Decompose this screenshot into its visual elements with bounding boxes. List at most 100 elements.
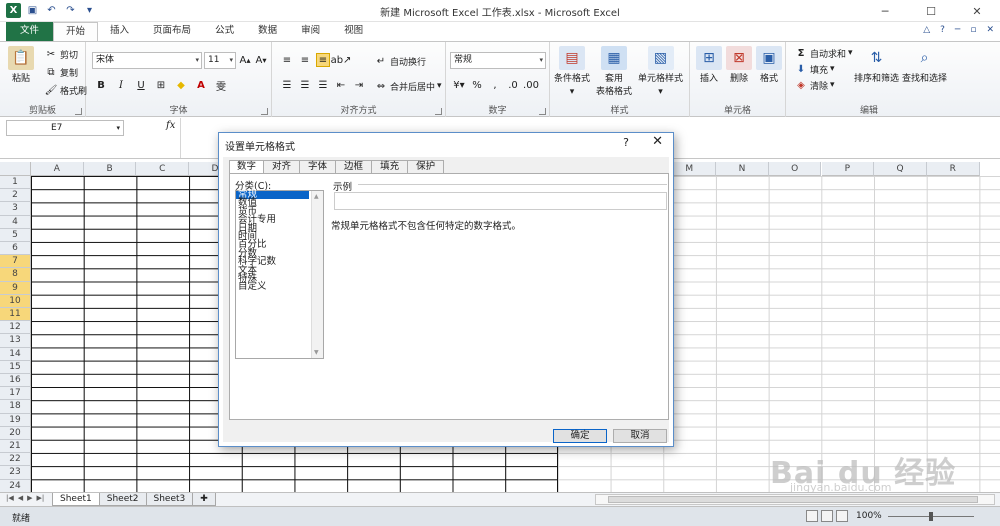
border-icon[interactable]: ⊞ — [154, 78, 168, 92]
row-header[interactable]: 11 — [0, 308, 31, 322]
align-bottom-icon[interactable]: ≡ — [316, 53, 330, 67]
category-list[interactable]: 常规 数值 货币 会计专用 日期 时间 百分比 分数 科学记数 文本 特殊 自定… — [235, 190, 324, 359]
row-header[interactable]: 24 — [0, 479, 31, 493]
zoom-knob[interactable] — [929, 512, 933, 521]
sheet-tab-1[interactable]: Sheet1 — [52, 493, 100, 506]
tab-alignment[interactable]: 对齐 — [263, 160, 301, 173]
row-header[interactable]: 15 — [0, 360, 31, 374]
row-header[interactable]: 14 — [0, 347, 31, 361]
italic-icon[interactable]: I — [114, 78, 128, 92]
tab-view[interactable]: 视图 — [332, 22, 375, 41]
align-left-icon[interactable]: ☰ — [280, 78, 294, 92]
row-header[interactable]: 16 — [0, 374, 31, 388]
last-sheet-icon[interactable]: ▶| — [37, 494, 45, 502]
page-layout-view-icon[interactable] — [821, 510, 833, 522]
row-header[interactable]: 20 — [0, 426, 31, 440]
copy-button[interactable]: ⧉ 复制 — [44, 65, 78, 79]
tab-data[interactable]: 数据 — [246, 22, 289, 41]
select-all-corner[interactable] — [0, 162, 31, 176]
insert-sheet-icon[interactable]: ✚ — [192, 493, 216, 506]
prev-sheet-icon[interactable]: ◀ — [18, 494, 23, 502]
cut-button[interactable]: ✂ 剪切 — [44, 47, 78, 61]
scroll-down-icon[interactable]: ▼ — [314, 349, 319, 356]
column-header[interactable]: R — [926, 162, 980, 176]
decrease-indent-icon[interactable]: ⇤ — [334, 78, 348, 92]
row-header[interactable]: 1 — [0, 176, 31, 190]
number-launcher-icon[interactable] — [539, 108, 546, 115]
underline-icon[interactable]: U — [134, 78, 148, 92]
row-header[interactable]: 2 — [0, 189, 31, 203]
first-sheet-icon[interactable]: |◀ — [6, 494, 14, 502]
cancel-button[interactable]: 取消 — [613, 429, 667, 443]
orientation-icon[interactable]: ab↗ — [331, 53, 352, 67]
category-scrollbar[interactable]: ▲ ▼ — [311, 191, 323, 358]
font-grow-shrink[interactable]: A ▴ A ▾ — [238, 53, 268, 67]
phonetic-icon[interactable]: 雯 — [214, 78, 228, 93]
conditional-format-button[interactable]: ▤ 条件格式 ▾ — [554, 46, 590, 98]
list-item[interactable]: 自定义 — [236, 282, 309, 292]
font-color-icon[interactable]: A — [194, 78, 208, 92]
scroll-up-icon[interactable]: ▲ — [314, 193, 319, 200]
column-header[interactable]: P — [821, 162, 875, 176]
decrease-decimal-icon[interactable]: .00 — [523, 78, 539, 92]
name-box[interactable]: E7 ▾ — [6, 120, 124, 136]
shrink-font-icon[interactable]: A ▾ — [254, 53, 268, 67]
sheet-tab-3[interactable]: Sheet3 — [145, 493, 194, 506]
tab-insert[interactable]: 插入 — [98, 22, 141, 41]
window-restore-icon[interactable]: ▫ — [970, 25, 976, 35]
column-header[interactable]: N — [716, 162, 769, 176]
row-header[interactable]: 21 — [0, 440, 31, 454]
sort-filter-button[interactable]: ⇅ 排序和筛选 — [854, 46, 899, 85]
percent-icon[interactable]: % — [470, 78, 484, 92]
font-launcher-icon[interactable] — [261, 108, 268, 115]
align-center-icon[interactable]: ☰ — [298, 78, 312, 92]
insert-function-icon[interactable]: fx — [166, 120, 175, 131]
row-header[interactable]: 19 — [0, 413, 31, 427]
bold-icon[interactable]: B — [94, 78, 108, 92]
format-painter-button[interactable]: 🖌 格式刷 — [44, 83, 87, 97]
tab-font[interactable]: 字体 — [299, 160, 337, 173]
help-icon[interactable]: ? — [940, 25, 945, 35]
tab-border[interactable]: 边框 — [335, 160, 373, 173]
tab-number[interactable]: 数字 — [229, 160, 265, 174]
paste-button[interactable]: 📋 粘贴 — [8, 46, 34, 85]
tab-page-layout[interactable]: 页面布局 — [141, 22, 203, 41]
row-header[interactable]: 3 — [0, 202, 31, 216]
align-top-icon[interactable]: ≡ — [280, 53, 294, 67]
tab-file[interactable]: 文件 — [6, 22, 54, 41]
dialog-close-icon[interactable]: ✕ — [652, 134, 663, 149]
column-header[interactable]: O — [768, 162, 822, 176]
close-button[interactable]: ✕ — [954, 0, 1000, 22]
align-middle-icon[interactable]: ≡ — [298, 53, 312, 67]
cell-styles-button[interactable]: ▧ 单元格样式 ▾ — [638, 46, 683, 98]
page-break-view-icon[interactable] — [836, 510, 848, 522]
comma-icon[interactable]: , — [488, 78, 502, 92]
format-as-table-button[interactable]: ▦ 套用 表格格式 — [596, 46, 632, 98]
sheet-tab-2[interactable]: Sheet2 — [98, 493, 147, 506]
find-select-button[interactable]: ⌕ 查找和选择 — [902, 46, 947, 85]
alignment-launcher-icon[interactable] — [435, 108, 442, 115]
increase-indent-icon[interactable]: ⇥ — [352, 78, 366, 92]
scroll-thumb[interactable] — [608, 496, 978, 503]
row-header[interactable]: 7 — [0, 255, 31, 269]
minimize-button[interactable]: ─ — [862, 0, 908, 22]
zoom-level[interactable]: 100% — [856, 511, 882, 521]
window-close-icon[interactable]: ✕ — [986, 25, 994, 35]
column-header[interactable]: Q — [874, 162, 927, 176]
increase-decimal-icon[interactable]: .0 — [506, 78, 520, 92]
row-header[interactable]: 5 — [0, 228, 31, 242]
autosum-button[interactable]: Σ 自动求和 ▾ — [794, 46, 853, 60]
row-header[interactable]: 9 — [0, 281, 31, 295]
number-format-select[interactable]: 常规 ▾ — [450, 52, 546, 69]
row-header[interactable]: 12 — [0, 321, 31, 335]
dialog-help-icon[interactable]: ? — [623, 136, 629, 149]
format-cells-button[interactable]: ▣ 格式 — [756, 46, 782, 85]
minimize-ribbon-icon[interactable]: △ — [923, 25, 930, 35]
horizontal-scrollbar[interactable] — [595, 494, 995, 505]
tab-review[interactable]: 审阅 — [289, 22, 332, 41]
column-header[interactable]: C — [136, 162, 190, 176]
next-sheet-icon[interactable]: ▶ — [27, 494, 32, 502]
normal-view-icon[interactable] — [806, 510, 818, 522]
column-header[interactable]: A — [31, 162, 84, 176]
font-name-select[interactable]: 宋体 ▾ — [92, 52, 202, 69]
